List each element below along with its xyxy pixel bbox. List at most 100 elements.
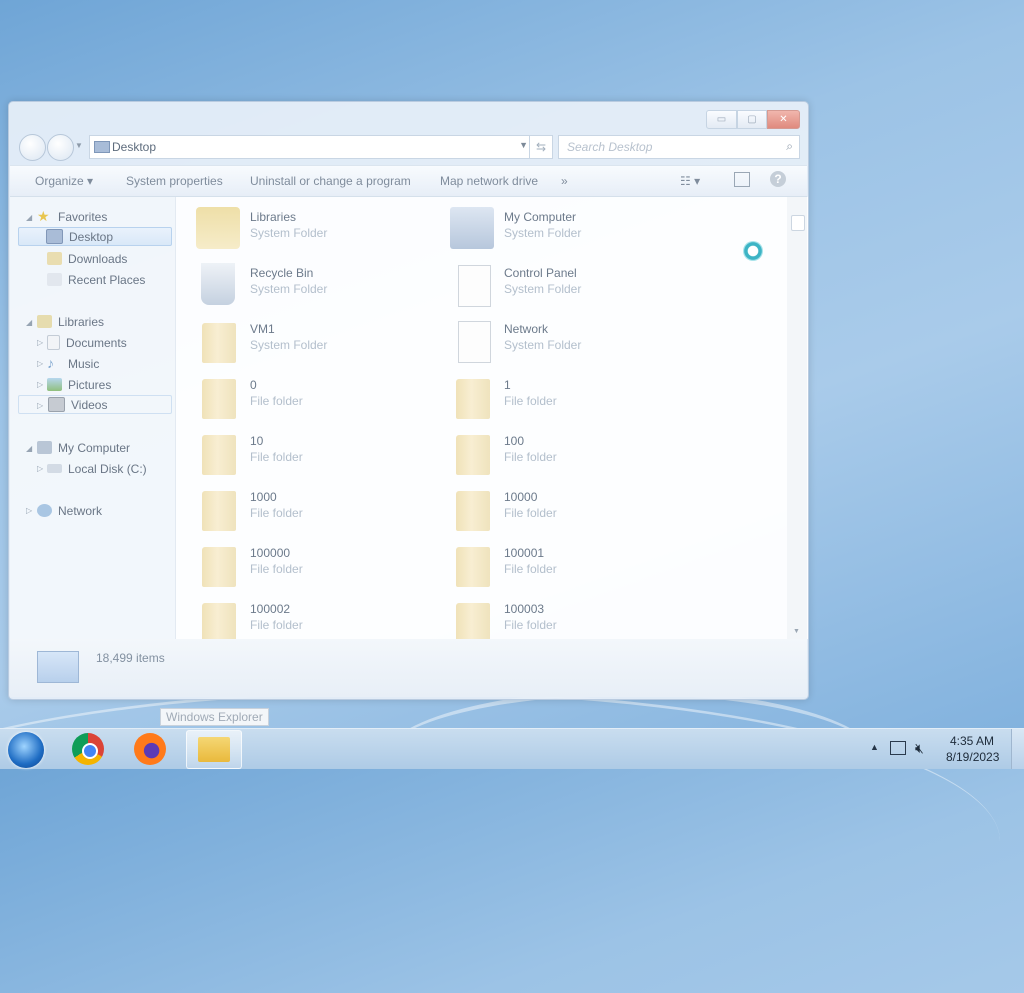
- list-item[interactable]: 0 File folder: [196, 373, 436, 423]
- change-view-icon[interactable]: ☷ ▾: [680, 174, 700, 188]
- nav-libraries[interactable]: Libraries: [37, 312, 104, 331]
- computer-icon: [37, 441, 52, 454]
- desktop-thumbnail-icon: [37, 651, 79, 683]
- search-input[interactable]: [565, 139, 769, 155]
- item-type: File folder: [504, 618, 557, 632]
- nav-downloads[interactable]: Downloads: [47, 249, 127, 268]
- folder-icon: [456, 379, 490, 419]
- maximize-button[interactable]: ▢: [737, 110, 767, 129]
- recent-pages-dropdown[interactable]: ▼: [75, 141, 83, 150]
- music-icon: ♪: [47, 355, 54, 371]
- expand-computer-icon[interactable]: ◢: [26, 444, 32, 453]
- preview-pane-icon[interactable]: [734, 172, 750, 187]
- expand-network-icon[interactable]: ▷: [26, 506, 32, 515]
- item-name: Network: [504, 322, 549, 336]
- list-item[interactable]: 1000 File folder: [196, 485, 436, 535]
- list-item[interactable]: Libraries System Folder: [196, 205, 436, 255]
- desktop-icon: [94, 141, 110, 153]
- search-box[interactable]: ⌕: [558, 135, 800, 159]
- clock-time[interactable]: 4:35 AM: [950, 734, 994, 748]
- document-icon: [458, 321, 491, 363]
- show-desktop-button[interactable]: [1011, 729, 1024, 769]
- list-item[interactable]: 100001 File folder: [450, 541, 690, 591]
- list-item[interactable]: 1 File folder: [450, 373, 690, 423]
- nav-documents[interactable]: Documents: [47, 333, 127, 352]
- nav-favorites[interactable]: ★ Favorites: [37, 207, 107, 226]
- nav-localdisk-label: Local Disk (C:): [68, 461, 147, 476]
- windows-explorer-taskbar-button[interactable]: [186, 730, 242, 769]
- explorer-window: ▭ ▢ ✕ ▼ Desktop ▼ ⇆ ⌕ Organize ▾ System …: [8, 101, 809, 700]
- system-properties-button[interactable]: System properties: [126, 174, 223, 188]
- item-type: File folder: [504, 562, 557, 576]
- expand-music-icon[interactable]: ▷: [37, 359, 43, 368]
- back-button[interactable]: [19, 134, 46, 161]
- nav-music[interactable]: ♪ Music: [47, 354, 99, 373]
- folder-icon: [202, 323, 236, 363]
- item-type: File folder: [504, 450, 557, 464]
- nav-computer-label: My Computer: [58, 440, 131, 455]
- close-button[interactable]: ✕: [767, 110, 800, 129]
- refresh-button[interactable]: ⇆: [529, 135, 553, 159]
- item-name: 1: [504, 378, 511, 392]
- list-item[interactable]: Network System Folder: [450, 317, 690, 367]
- nav-desktop[interactable]: Desktop: [18, 227, 172, 246]
- item-name: Libraries: [250, 210, 297, 224]
- list-item[interactable]: VM1 System Folder: [196, 317, 436, 367]
- list-item[interactable]: 100003 File folder: [450, 597, 690, 639]
- map-network-drive-button[interactable]: Map network drive: [440, 174, 538, 188]
- list-item[interactable]: 10 File folder: [196, 429, 436, 479]
- nav-libraries-label: Libraries: [58, 314, 105, 329]
- address-dropdown-icon[interactable]: ▼: [519, 140, 528, 150]
- chrome-icon[interactable]: [72, 733, 104, 765]
- taskbar-tooltip: Windows Explorer: [160, 708, 269, 726]
- search-icon[interactable]: ⌕: [786, 139, 793, 154]
- organize-button[interactable]: Organize ▾: [35, 174, 93, 188]
- expand-pictures-icon[interactable]: ▷: [37, 380, 43, 389]
- list-item[interactable]: Control Panel System Folder: [450, 261, 690, 311]
- nav-local-disk[interactable]: Local Disk (C:): [47, 459, 147, 478]
- nav-my-computer[interactable]: My Computer: [37, 438, 130, 457]
- help-icon[interactable]: ?: [770, 171, 786, 187]
- forward-button[interactable]: [47, 134, 74, 161]
- expand-local-disk-icon[interactable]: ▷: [37, 464, 43, 473]
- clock-date[interactable]: 8/19/2023: [946, 750, 999, 764]
- address-bar[interactable]: Desktop ▼: [89, 135, 533, 159]
- list-item[interactable]: Recycle Bin System Folder: [196, 261, 436, 311]
- scrollbar-thumb[interactable]: [791, 215, 805, 231]
- nav-recent-places[interactable]: Recent Places: [47, 270, 145, 289]
- navigation-pane: ◢ ★ Favorites Desktop Downloads Recent Pl…: [10, 197, 175, 639]
- folder-icon: [202, 435, 236, 475]
- nav-pictures[interactable]: Pictures: [47, 375, 111, 394]
- show-hidden-icons-button[interactable]: ▲: [870, 742, 879, 752]
- expand-libraries-icon[interactable]: ◢: [26, 318, 32, 327]
- more-commands-button[interactable]: »: [561, 174, 568, 188]
- list-item[interactable]: 100000 File folder: [196, 541, 436, 591]
- item-type: System Folder: [250, 226, 328, 240]
- network-icon: [37, 504, 52, 517]
- drive-icon: [47, 464, 62, 473]
- folder-icon: [198, 737, 230, 762]
- nav-videos[interactable]: Videos: [18, 395, 172, 414]
- list-item[interactable]: My Computer System Folder: [450, 205, 690, 255]
- list-item[interactable]: 100002 File folder: [196, 597, 436, 639]
- firefox-icon[interactable]: [134, 733, 166, 765]
- expand-favorites-icon[interactable]: ◢: [26, 213, 32, 222]
- nav-network[interactable]: Network: [37, 501, 102, 520]
- item-name: Control Panel: [504, 266, 577, 280]
- nav-videos-label: Videos: [71, 397, 108, 412]
- volume-muted-icon[interactable]: 🔇︎: [915, 740, 924, 757]
- address-text: Desktop: [112, 140, 157, 154]
- list-item[interactable]: 10000 File folder: [450, 485, 690, 535]
- vertical-scrollbar[interactable]: ▼: [787, 197, 807, 639]
- folder-icon: [202, 379, 236, 419]
- minimize-button[interactable]: ▭: [706, 110, 737, 129]
- network-status-icon[interactable]: [890, 741, 906, 755]
- expand-documents-icon[interactable]: ▷: [37, 338, 43, 347]
- busy-cursor-icon: [743, 241, 763, 261]
- start-button[interactable]: [8, 732, 44, 768]
- uninstall-program-button[interactable]: Uninstall or change a program: [250, 174, 411, 188]
- document-icon: [458, 265, 491, 307]
- scroll-down-arrow-icon[interactable]: ▼: [793, 628, 800, 635]
- desktop-icon: [46, 229, 63, 244]
- list-item[interactable]: 100 File folder: [450, 429, 690, 479]
